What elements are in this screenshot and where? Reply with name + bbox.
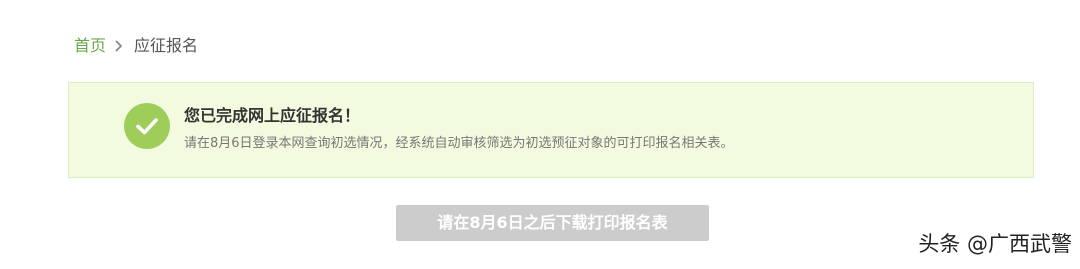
download-registration-form-button[interactable]: 请在8月6日之后下载打印报名表: [396, 205, 709, 241]
check-circle-icon: [124, 103, 170, 149]
breadcrumb-home-link[interactable]: 首页: [74, 34, 106, 58]
breadcrumb: 首页 应征报名: [74, 34, 198, 58]
notice-title: 您已完成网上应征报名！: [184, 106, 361, 125]
chevron-right-icon: [115, 40, 123, 52]
watermark: 头条 @广西武警: [918, 232, 1072, 256]
success-notice: 您已完成网上应征报名！ 请在8月6日登录本网查询初选情况，经系统自动审核筛选为初…: [68, 82, 1034, 178]
notice-description: 请在8月6日登录本网查询初选情况，经系统自动审核筛选为初选预征对象的可打印报名相…: [184, 136, 734, 151]
breadcrumb-current: 应征报名: [134, 36, 199, 55]
